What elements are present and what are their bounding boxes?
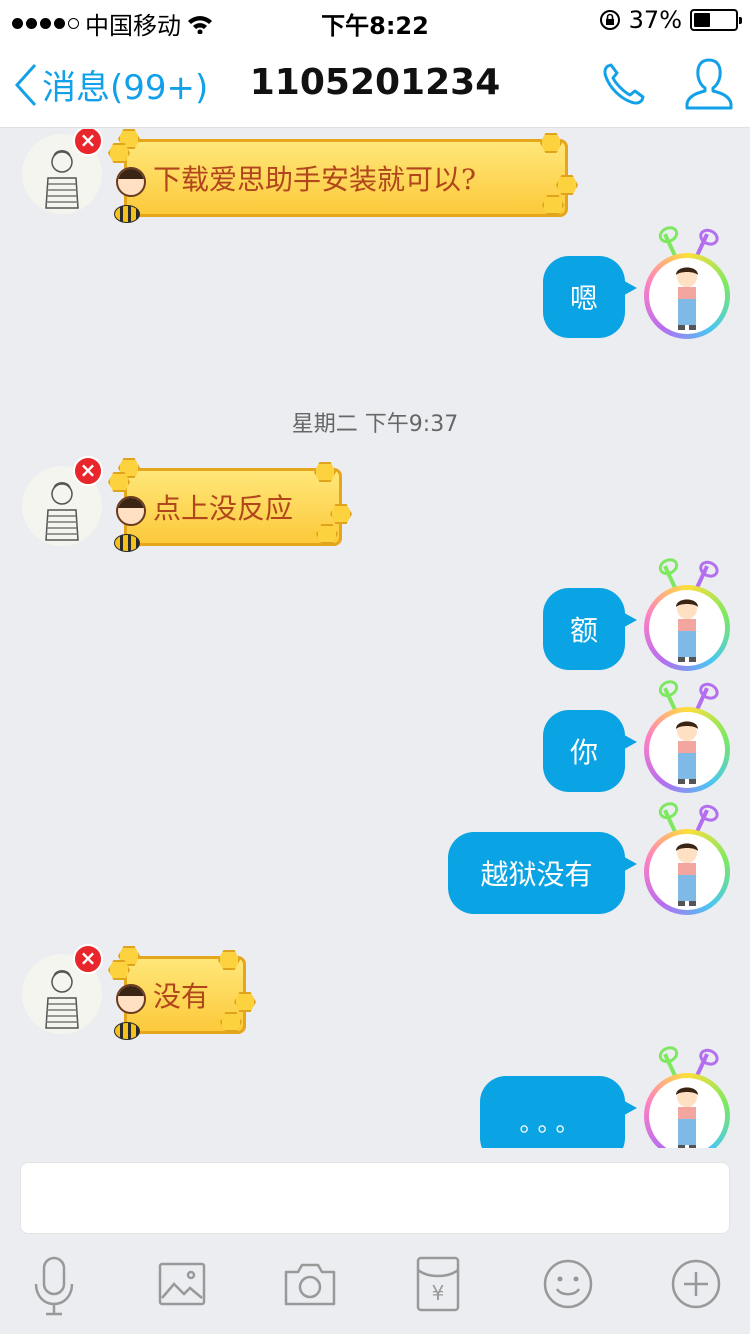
message-text: 没有 <box>153 980 210 1013</box>
my-avatar[interactable] <box>642 809 732 919</box>
blocked-badge-icon: × <box>73 944 103 974</box>
plus-circle-icon <box>671 1259 721 1309</box>
my-avatar[interactable] <box>642 565 732 675</box>
svg-text:¥: ¥ <box>432 1281 445 1305</box>
emoji-button[interactable] <box>542 1258 594 1314</box>
message-bubble-right[interactable]: 。。。 <box>480 1076 637 1148</box>
person-icon <box>685 58 733 110</box>
my-avatar[interactable] <box>642 233 732 343</box>
message-text: 你 <box>569 736 598 769</box>
contact-profile-button[interactable] <box>684 56 734 116</box>
message-timestamp: 星期二 下午9:37 <box>291 412 459 437</box>
camera-icon <box>284 1263 336 1306</box>
navigation-bar: 消息(99+) 1105201234 <box>0 40 750 128</box>
message-text: 下载爱思助手安装就可以? <box>153 163 477 196</box>
more-button[interactable] <box>670 1258 722 1314</box>
message-text: 嗯 <box>569 282 598 315</box>
message-bubble-left[interactable]: 没有 <box>108 946 260 1046</box>
composer <box>0 1148 750 1244</box>
emoji-icon <box>543 1259 593 1309</box>
phone-icon <box>603 63 645 105</box>
message-input[interactable] <box>20 1162 730 1234</box>
battery-icon <box>690 9 742 31</box>
message-list[interactable]: × 下载爱思助手安装就可以? 嗯 星期二 下午9:37 × 点上没反应 额 你 … <box>0 129 750 1148</box>
red-packet-icon: ¥ <box>416 1256 460 1312</box>
rotation-lock-icon <box>599 10 620 30</box>
message-text: 点上没反应 <box>153 492 294 525</box>
camera-button[interactable] <box>284 1262 336 1310</box>
message-bubble-left[interactable]: 下载爱思助手安装就可以? <box>108 129 582 229</box>
sender-face-icon <box>116 167 146 197</box>
blocked-badge-icon: × <box>73 456 103 486</box>
bee-icon <box>114 1022 140 1040</box>
sender-face-icon <box>116 984 146 1014</box>
message-bubble-right[interactable]: 嗯 <box>543 256 637 338</box>
message-text: 。。。 <box>519 1108 586 1137</box>
message-text: 额 <box>569 614 598 647</box>
message-bubble-left[interactable]: 点上没反应 <box>108 458 356 558</box>
image-icon <box>158 1262 206 1306</box>
red-packet-button[interactable]: ¥ <box>416 1256 460 1316</box>
my-avatar[interactable] <box>642 687 732 797</box>
message-bubble-right[interactable]: 越狱没有 <box>448 832 637 914</box>
call-button[interactable] <box>600 60 648 112</box>
sender-face-icon <box>116 496 146 526</box>
message-bubble-right[interactable]: 额 <box>543 588 637 670</box>
voice-button[interactable] <box>32 1256 76 1322</box>
message-text: 越狱没有 <box>480 858 593 891</box>
photo-button[interactable] <box>158 1262 206 1310</box>
input-toolbar: ¥ <box>0 1244 750 1334</box>
status-bar: 中国移动 下午8:22 37% <box>0 0 750 40</box>
bee-icon <box>114 205 140 223</box>
my-avatar[interactable] <box>642 1053 732 1148</box>
battery-percent: 37% <box>628 6 682 34</box>
bee-icon <box>114 534 140 552</box>
message-bubble-right[interactable]: 你 <box>543 710 637 792</box>
microphone-icon <box>34 1256 74 1316</box>
